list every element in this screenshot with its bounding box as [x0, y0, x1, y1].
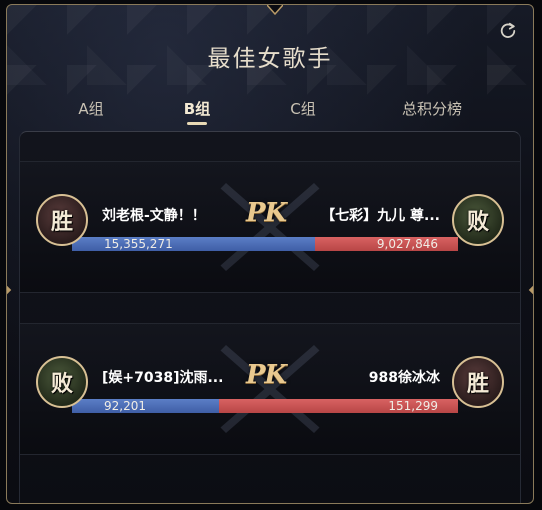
match-card: 刘老根-文静！！ 【七彩】九儿 尊... PK 15,355,271 9,027… — [20, 161, 520, 293]
win-badge: 胜 — [466, 371, 489, 397]
left-edge-ornament — [7, 285, 12, 295]
match-card: [娱+7038]沈雨... 988徐冰冰 PK 92,201 151,299 败… — [20, 323, 520, 455]
right-player-name[interactable]: 【七彩】九儿 尊... — [321, 205, 440, 225]
win-badge: 胜 — [50, 209, 73, 235]
group-tabs: A组 B组 C组 总积分榜 — [7, 97, 533, 127]
pk-label: PK — [246, 360, 287, 390]
pk-label: PK — [246, 198, 287, 228]
right-player-name[interactable]: 988徐冰冰 — [369, 367, 440, 387]
left-player-avatar[interactable]: 胜 — [36, 194, 88, 246]
left-player-name[interactable]: [娱+7038]沈雨... — [102, 367, 223, 387]
left-player-score: 92,201 — [104, 399, 146, 413]
right-player-score: 151,299 — [388, 399, 438, 413]
page-title: 最佳女歌手 — [207, 46, 333, 72]
left-player-name[interactable]: 刘老根-文静！！ — [102, 205, 206, 225]
top-notch-ornament — [267, 5, 283, 15]
tab-total-ranking[interactable]: 总积分榜 — [387, 97, 477, 127]
right-edge-ornament — [528, 285, 533, 295]
tab-b[interactable]: B组 — [167, 97, 227, 127]
tab-c[interactable]: C组 — [273, 97, 333, 127]
tab-a[interactable]: A组 — [61, 97, 121, 127]
refresh-icon[interactable] — [499, 21, 517, 39]
left-player-score: 15,355,271 — [104, 237, 173, 251]
left-player-avatar[interactable]: 败 — [36, 356, 88, 408]
lose-badge: 败 — [50, 371, 73, 397]
right-player-avatar[interactable]: 胜 — [452, 356, 504, 408]
leaderboard-panel: 最佳女歌手 A组 B组 C组 总积分榜 刘老根-文静！！ 【七彩】九儿 尊...… — [6, 4, 534, 504]
right-player-score: 9,027,846 — [376, 237, 438, 251]
lose-badge: 败 — [466, 209, 489, 235]
right-player-avatar[interactable]: 败 — [452, 194, 504, 246]
